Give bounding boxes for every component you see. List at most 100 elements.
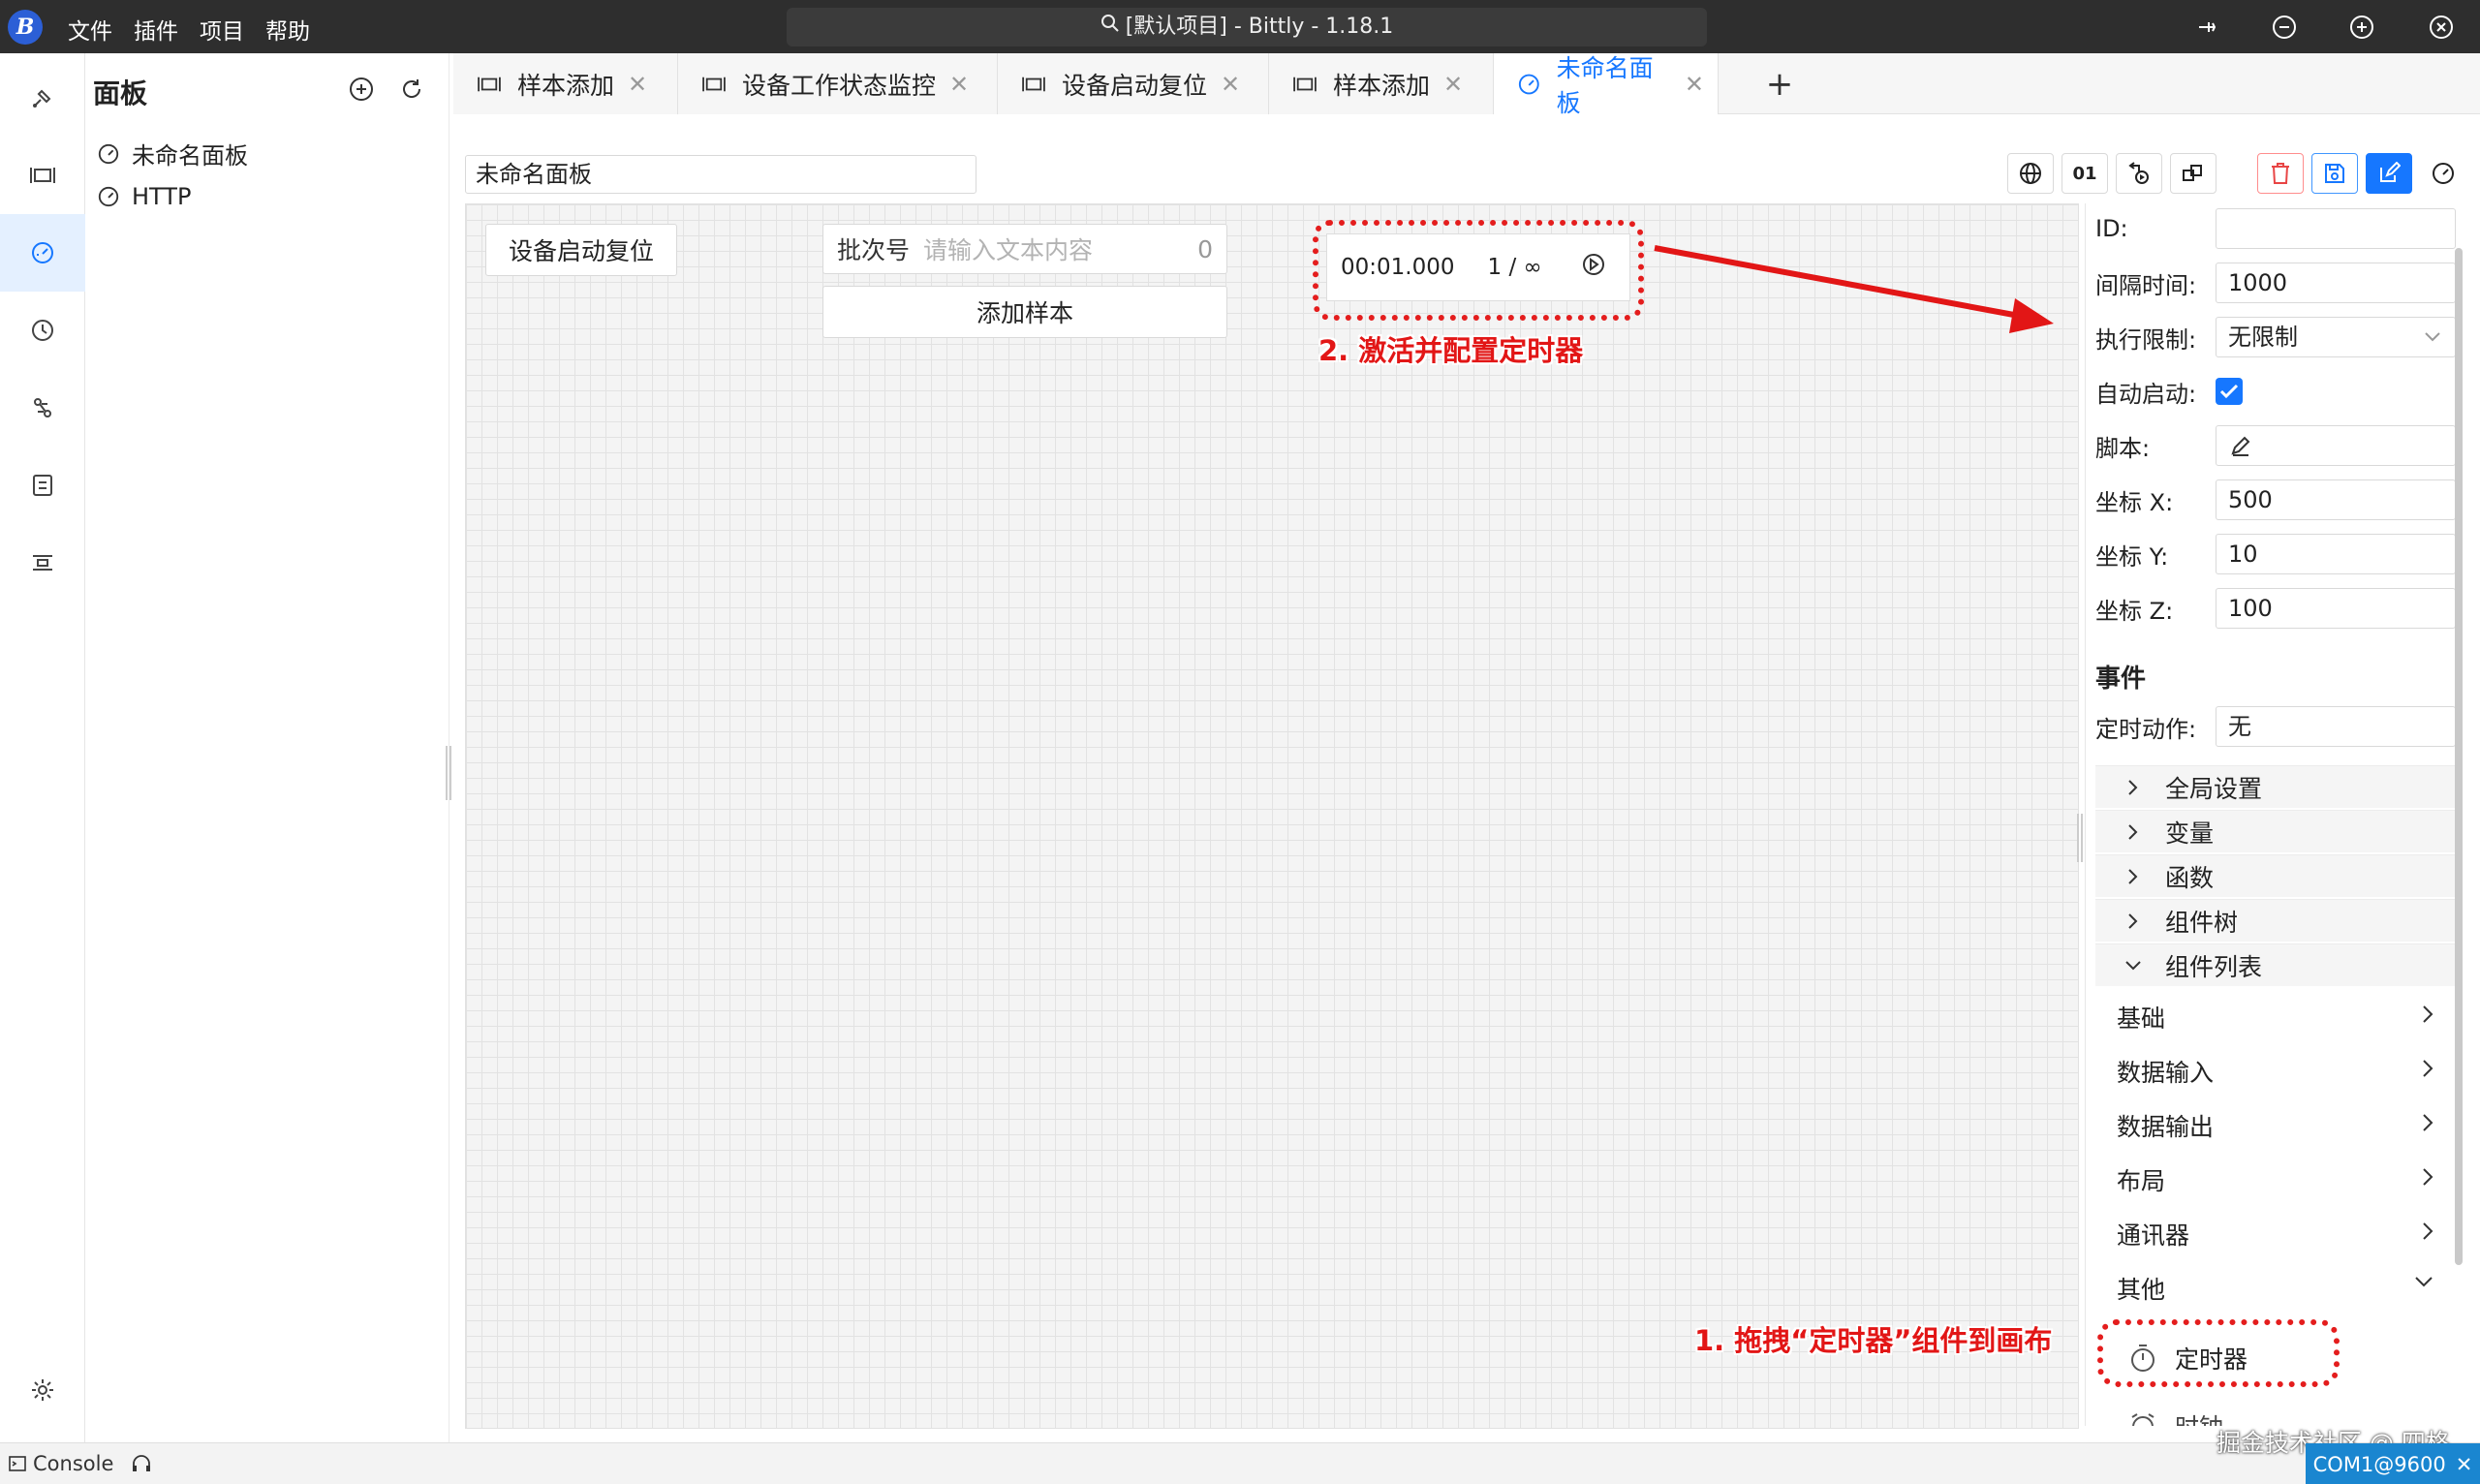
- section-component-list[interactable]: 组件列表: [2095, 943, 2456, 986]
- stopwatch-icon: [2131, 1345, 2154, 1372]
- chevron-right-icon: [2423, 1005, 2434, 1023]
- properties-scrollbar[interactable]: [2455, 248, 2463, 1265]
- category-data-output[interactable]: 数据输出: [2095, 1098, 2456, 1153]
- globe-button[interactable]: [2007, 153, 2054, 194]
- section-global-settings[interactable]: 全局设置: [2095, 765, 2456, 808]
- autostart-checkbox[interactable]: [2216, 378, 2243, 405]
- panel-name-input[interactable]: 未命名面板: [465, 155, 976, 194]
- console-toggle[interactable]: Console: [8, 1452, 158, 1475]
- pin-button[interactable]: [2189, 10, 2224, 45]
- activity-settings[interactable]: [0, 1351, 85, 1429]
- props-resize-handle[interactable]: [2077, 814, 2083, 862]
- category-data-input[interactable]: 数据输入: [2095, 1044, 2456, 1098]
- close-icon[interactable]: ✕: [628, 71, 647, 98]
- binary-button[interactable]: 01: [2062, 153, 2108, 194]
- link-run-button[interactable]: [2116, 153, 2162, 194]
- edit-mode-button[interactable]: [2366, 153, 2412, 194]
- section-component-tree[interactable]: 组件树: [2095, 899, 2456, 942]
- tab-device-monitor[interactable]: 设备工作状态监控 ✕: [678, 53, 998, 114]
- category-layout[interactable]: 布局: [2095, 1153, 2456, 1207]
- component-clock[interactable]: 时钟: [2107, 1407, 2340, 1426]
- script-edit-field[interactable]: [2216, 425, 2456, 466]
- prop-timer-action-select[interactable]: 无: [2216, 706, 2456, 747]
- batch-number-input[interactable]: 批次号 请输入文本内容 0: [822, 224, 1227, 274]
- tab-sample-add-2[interactable]: 样本添加 ✕: [1269, 53, 1494, 114]
- preview-button[interactable]: [2420, 153, 2466, 194]
- notebook-icon: [33, 475, 52, 496]
- layout-button[interactable]: [2170, 153, 2216, 194]
- activity-testcases[interactable]: [0, 137, 85, 214]
- menu-help[interactable]: 帮助: [265, 13, 310, 46]
- add-panel-button[interactable]: [345, 73, 378, 106]
- frame-icon: [702, 77, 726, 91]
- refresh-button[interactable]: [395, 73, 428, 106]
- menu-plugins[interactable]: 插件: [134, 13, 178, 46]
- batch-char-count: 0: [1197, 234, 1213, 263]
- prop-limit-value: 无限制: [2228, 324, 2298, 351]
- prop-autostart-label: 自动启动:: [2095, 380, 2197, 408]
- prop-y: 坐标 Y: 10: [2095, 533, 2456, 575]
- com-port-badge[interactable]: COM1@9600 ✕: [2306, 1443, 2480, 1484]
- tab-device-reset[interactable]: 设备启动复位 ✕: [998, 53, 1269, 114]
- close-icon[interactable]: ✕: [2456, 1453, 2473, 1476]
- panel-explorer-title: 面板: [93, 77, 148, 109]
- tree-item-http[interactable]: HTTP: [97, 183, 191, 210]
- list-icon: [33, 555, 52, 571]
- play-circle-icon: [1582, 254, 1604, 275]
- reset-device-button[interactable]: 设备启动复位: [485, 224, 677, 276]
- activity-history[interactable]: [0, 292, 85, 369]
- section-functions[interactable]: 函数: [2095, 854, 2456, 897]
- menu-file[interactable]: 文件: [68, 13, 112, 46]
- menu-project[interactable]: 项目: [200, 13, 244, 46]
- annotation-configure-timer: 2. 激活并配置定时器: [1318, 334, 1584, 367]
- save-button[interactable]: [2311, 153, 2358, 194]
- prop-y-input[interactable]: 10: [2216, 534, 2456, 574]
- edit-icon: [2380, 162, 2401, 182]
- activity-tools[interactable]: [0, 524, 85, 602]
- activity-mock[interactable]: [0, 369, 85, 447]
- close-window-button[interactable]: [2424, 10, 2459, 45]
- prop-limit-select[interactable]: 无限制: [2216, 317, 2456, 357]
- close-icon[interactable]: ✕: [1685, 71, 1704, 98]
- plus-circle-icon: [2350, 15, 2373, 39]
- play-button[interactable]: [1581, 252, 1606, 283]
- command-search[interactable]: [默认项目] - Bittly - 1.18.1: [787, 8, 1707, 46]
- category-communicator[interactable]: 通讯器: [2095, 1207, 2456, 1261]
- activity-panels[interactable]: [0, 214, 85, 292]
- prop-interval-input[interactable]: 1000: [2216, 263, 2456, 303]
- category-basic[interactable]: 基础: [2095, 990, 2456, 1044]
- minus-circle-icon: [2273, 15, 2296, 39]
- close-icon[interactable]: ✕: [1221, 71, 1240, 98]
- close-icon[interactable]: ✕: [949, 71, 969, 98]
- layers-icon: [2183, 165, 2202, 181]
- delete-button[interactable]: [2257, 153, 2304, 194]
- category-label: 其他: [2117, 1276, 2166, 1304]
- prop-limit-label: 执行限制:: [2095, 325, 2197, 354]
- category-other[interactable]: 其他: [2095, 1261, 2456, 1315]
- chevron-right-icon: [2423, 1114, 2434, 1131]
- prop-autostart: 自动启动:: [2095, 370, 2456, 413]
- design-canvas[interactable]: 设备启动复位 批次号 请输入文本内容 0 添加样本 00:01.000 1 / …: [465, 203, 2079, 1429]
- sidebar-resize-handle[interactable]: [446, 746, 451, 800]
- tab-sample-add-1[interactable]: 样本添加 ✕: [453, 53, 678, 114]
- timer-widget[interactable]: 00:01.000 1 / ∞: [1326, 233, 1630, 301]
- activity-notes[interactable]: [0, 447, 85, 524]
- prop-x-input[interactable]: 500: [2216, 479, 2456, 520]
- pencil-icon: [2231, 436, 2250, 456]
- minimize-button[interactable]: [2267, 10, 2302, 45]
- title-bar: B 文件 插件 项目 帮助 [默认项目] - Bittly - 1.18.1: [0, 0, 2480, 53]
- activity-bar: [0, 53, 85, 1442]
- section-variables[interactable]: 变量: [2095, 810, 2456, 852]
- activity-directives[interactable]: [0, 59, 85, 137]
- prop-id-label: ID:: [2095, 215, 2128, 242]
- tree-item-label: 未命名面板: [132, 142, 248, 170]
- component-timer[interactable]: 定时器: [2107, 1331, 2340, 1385]
- prop-z-input[interactable]: 100: [2216, 588, 2456, 629]
- tree-item-unnamed-panel[interactable]: 未命名面板: [97, 137, 248, 170]
- tab-unnamed-panel[interactable]: 未命名面板 ✕: [1494, 53, 1719, 117]
- add-tab-button[interactable]: +: [1750, 53, 1810, 114]
- add-sample-button[interactable]: 添加样本: [822, 286, 1227, 338]
- prop-id-input[interactable]: [2216, 208, 2456, 249]
- maximize-button[interactable]: [2344, 10, 2379, 45]
- close-icon[interactable]: ✕: [1443, 71, 1463, 98]
